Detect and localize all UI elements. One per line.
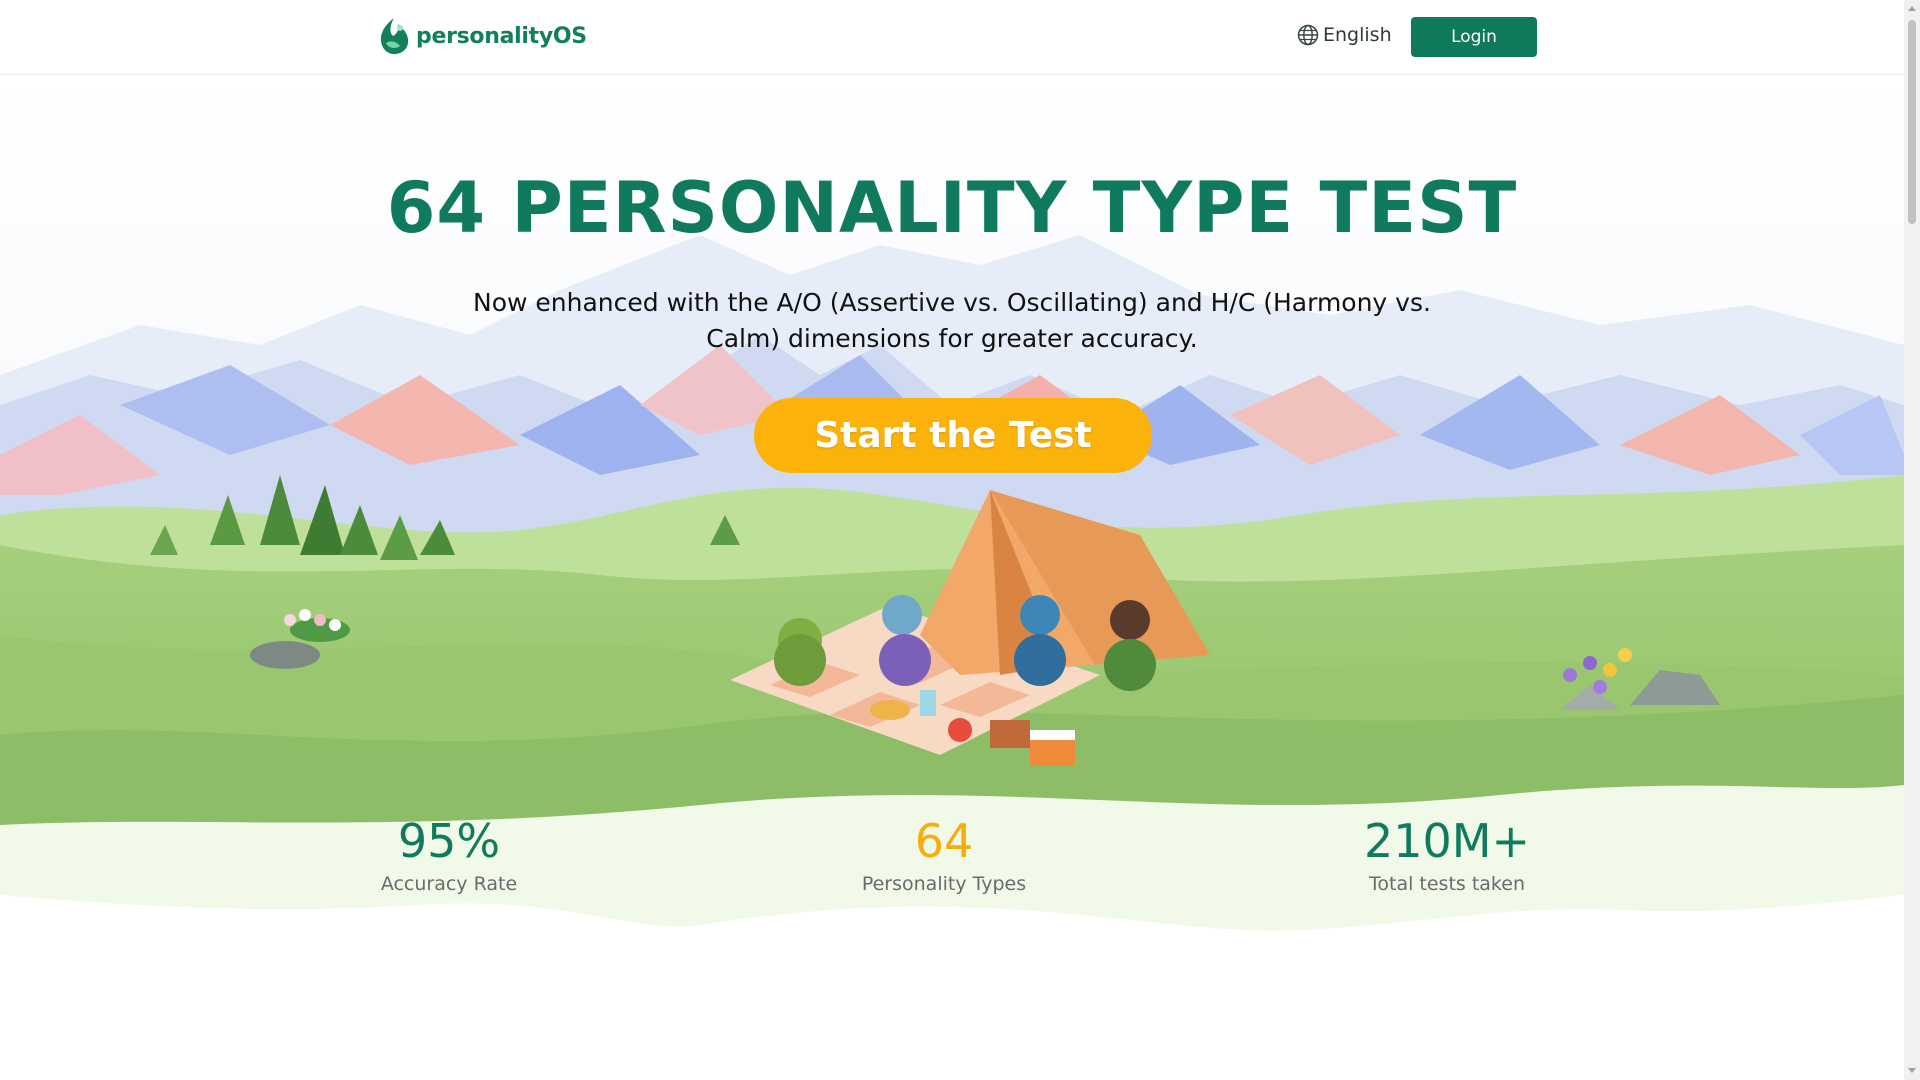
stat-label: Total tests taken xyxy=(1369,873,1525,895)
stat-value: 64 xyxy=(914,814,974,868)
globe-icon xyxy=(1297,24,1319,46)
scroll-down-arrow-icon[interactable] xyxy=(1908,1068,1916,1073)
page-scrollbar[interactable] xyxy=(1904,0,1920,1080)
logo-link[interactable]: personalityOS xyxy=(376,16,587,56)
stat-total-tests: 210M+ Total tests taken xyxy=(1287,815,1607,895)
scroll-thumb[interactable] xyxy=(1908,20,1916,224)
top-header: personalityOS English Login xyxy=(0,0,1904,75)
scroll-up-arrow-icon[interactable] xyxy=(1908,6,1916,11)
start-test-button[interactable]: Start the Test xyxy=(754,398,1152,473)
leaf-flame-logo-icon xyxy=(380,18,409,55)
logo-text: personalityOS xyxy=(416,23,587,49)
hero-subtitle: Now enhanced with the A/O (Assertive vs.… xyxy=(473,288,1431,353)
stat-personality-types: 64 Personality Types xyxy=(784,815,1104,895)
page: personalityOS English Login 64 PERSONALI… xyxy=(0,0,1904,1080)
language-label: English xyxy=(1323,24,1392,46)
hero-title: 64 PERSONALITY TYPE TEST xyxy=(386,167,1518,249)
language-selector[interactable]: English xyxy=(1297,24,1392,46)
stat-accuracy: 95% Accuracy Rate xyxy=(289,815,609,895)
stats-row: 95% Accuracy Rate 64 Personality Types 2… xyxy=(0,815,1904,925)
stat-label: Personality Types xyxy=(861,873,1027,895)
stat-value: 210M+ xyxy=(1363,814,1531,868)
stat-label: Accuracy Rate xyxy=(380,873,518,895)
stat-value: 95% xyxy=(397,814,501,868)
login-button[interactable]: Login xyxy=(1411,17,1537,57)
